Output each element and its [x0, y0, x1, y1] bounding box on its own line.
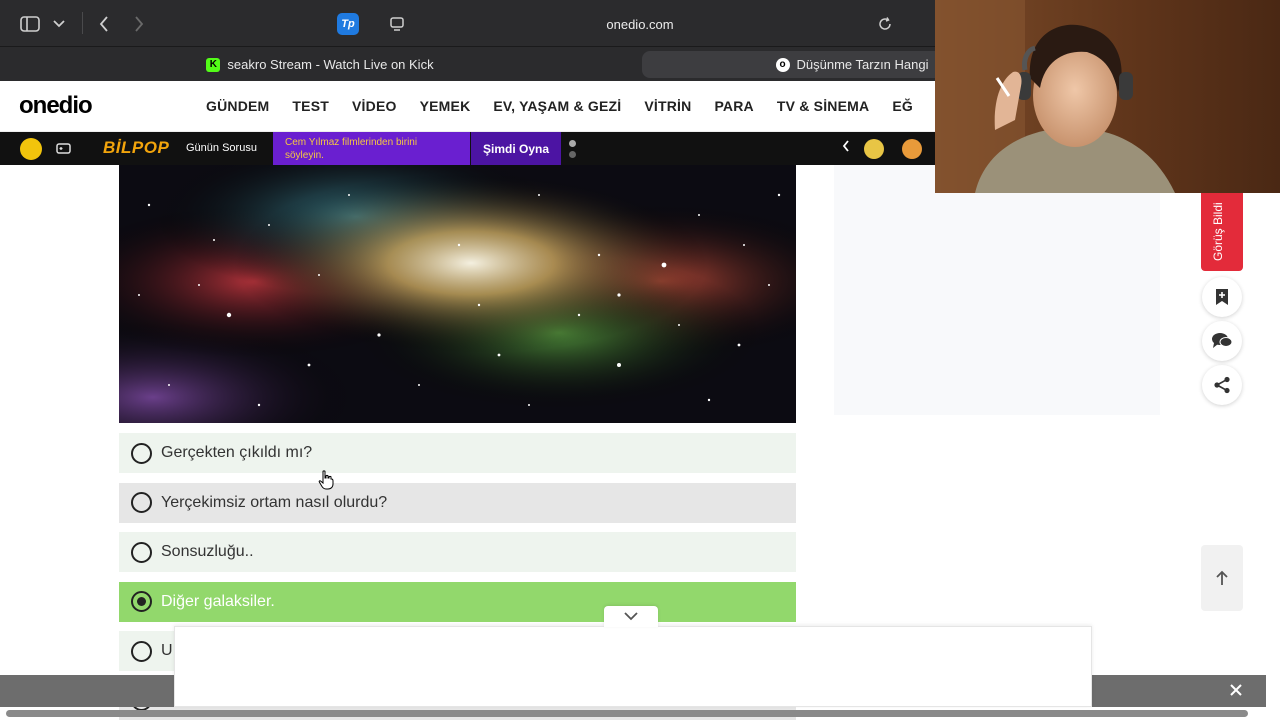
ad-collapse-button[interactable] — [604, 606, 658, 627]
tab-label: seakro Stream - Watch Live on Kick — [227, 57, 434, 72]
nav-item-vitrin[interactable]: VİTRİN — [644, 98, 691, 114]
radio-icon — [131, 640, 152, 662]
chevron-left-icon[interactable] — [842, 139, 850, 155]
pager-dot[interactable] — [569, 140, 576, 147]
address-bar[interactable]: onedio.com — [380, 11, 900, 37]
bilpop-logo[interactable]: BİLPOP — [103, 138, 169, 158]
nav-item-tv-sinema[interactable]: TV & SİNEMA — [777, 98, 869, 114]
pager-dot[interactable] — [569, 151, 576, 158]
quiz-option[interactable]: Gerçekten çıkıldı mı? — [119, 433, 796, 473]
quiz-option[interactable]: Sonsuzluğu.. — [119, 532, 796, 572]
kick-logo-icon: K — [206, 57, 221, 72]
streamer-webcam-image — [935, 0, 1280, 193]
game-avatar-icon[interactable] — [902, 139, 922, 159]
nav-item-video[interactable]: VİDEO — [352, 98, 397, 114]
tab-kick-stream[interactable]: K seakro Stream - Watch Live on Kick — [0, 51, 640, 78]
sidebar-ad-slot — [834, 165, 1160, 415]
play-now-button[interactable]: Şimdi Oyna — [471, 132, 561, 165]
back-icon[interactable] — [92, 12, 116, 36]
chevron-down-icon — [624, 612, 638, 621]
option-label: Yerçekimsiz ortam nasıl olurdu? — [161, 493, 388, 511]
daily-question-label: Günün Sorusu — [186, 142, 257, 154]
gamepad-icon[interactable] — [56, 142, 71, 160]
comments-icon[interactable] — [1202, 321, 1242, 361]
site-logo[interactable]: onedio — [19, 92, 93, 120]
toolbar-divider — [82, 12, 83, 34]
nav-item-gundem[interactable]: GÜNDEM — [206, 98, 269, 114]
share-icon[interactable] — [1202, 365, 1242, 405]
forward-icon[interactable] — [127, 12, 151, 36]
radio-icon — [131, 492, 152, 513]
daily-question-text[interactable]: Cem Yılmaz filmlerinden birini söyleyin. — [273, 132, 470, 165]
radio-icon — [131, 541, 152, 563]
close-icon[interactable] — [1229, 680, 1243, 702]
nav-item-test[interactable]: TEST — [292, 98, 329, 114]
hand-cursor-icon — [318, 470, 334, 495]
arrow-up-icon — [1216, 570, 1228, 585]
main-nav: GÜNDEM TEST VİDEO YEMEK EV, YAŞAM & GEZİ… — [206, 98, 913, 114]
option-label: Sonsuzluğu.. — [161, 543, 254, 560]
scroll-to-top-button[interactable] — [1201, 545, 1243, 611]
quiz-option-selected[interactable]: Diğer galaksiler. — [119, 581, 796, 622]
radio-checked-icon — [131, 591, 152, 612]
feedback-tab[interactable]: Görüş Bildi — [1201, 193, 1243, 271]
nav-item-ev-yasam[interactable]: EV, YAŞAM & GEZİ — [493, 98, 621, 114]
radio-icon — [131, 442, 152, 464]
bookmark-add-icon[interactable] — [1202, 277, 1242, 317]
sidebar-toggle-icon[interactable] — [18, 12, 42, 36]
horizontal-scrollbar[interactable] — [6, 710, 1248, 717]
pager-dots — [569, 140, 577, 162]
quiz-option[interactable]: Yerçekimsiz ortam nasıl olurdu? — [119, 482, 796, 523]
tab-label: Düşünme Tarzın Hangi — [796, 57, 929, 72]
quiz-question-image — [119, 165, 796, 423]
galaxy-image — [119, 165, 796, 423]
bottom-ad-slot — [174, 626, 1092, 707]
option-label: Diğer galaksiler. — [161, 592, 275, 610]
option-label: U — [161, 642, 173, 659]
nav-item-egitim[interactable]: EĞ — [892, 98, 913, 114]
nav-item-yemek[interactable]: YEMEK — [420, 98, 471, 114]
extension-tp-icon[interactable]: Tp — [337, 13, 359, 35]
reload-icon[interactable] — [874, 12, 896, 36]
option-label: Gerçekten çıkıldı mı? — [161, 444, 313, 461]
game-close-icon[interactable] — [20, 138, 42, 160]
onedio-favicon-icon: o — [775, 57, 790, 72]
webcam-overlay — [935, 0, 1280, 193]
chevron-down-icon[interactable] — [50, 12, 68, 36]
game-avatar-icon[interactable] — [864, 139, 884, 159]
nav-item-para[interactable]: PARA — [714, 98, 753, 114]
bilpop-bar: BİLPOP Günün Sorusu Cem Yılmaz filmlerin… — [0, 132, 935, 165]
feedback-label: Görüş Bildi — [1211, 202, 1225, 261]
